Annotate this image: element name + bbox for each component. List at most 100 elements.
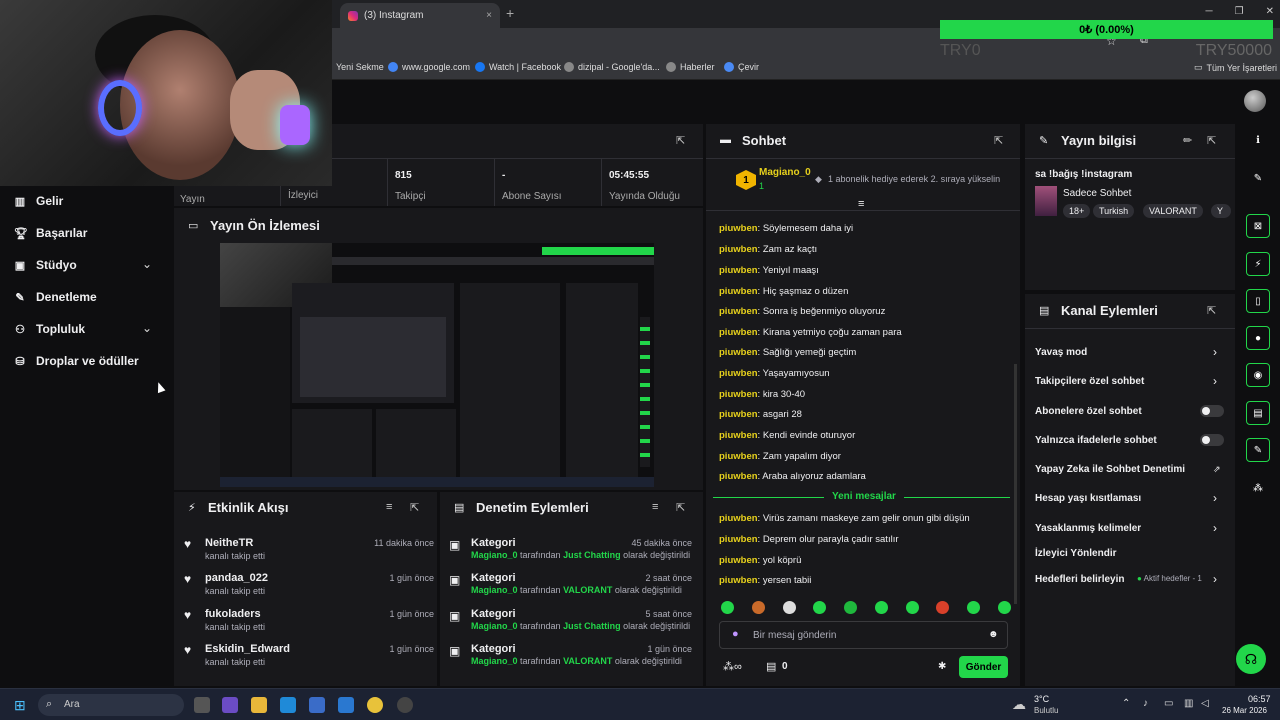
microphone-icon[interactable]: ♪ xyxy=(1143,698,1148,709)
popout-icon[interactable]: ⇱ xyxy=(994,134,1003,147)
action-slow-mode[interactable]: Yavaş mod xyxy=(1035,347,1087,358)
sidebar-item-droplar[interactable]: ⛁ Droplar ve ödüller xyxy=(14,354,138,368)
clip-icon[interactable]: ▯ xyxy=(1246,289,1270,313)
action-set-goals[interactable]: Hedefleri belirleyin xyxy=(1035,574,1124,585)
tag-chip[interactable]: Y xyxy=(1211,204,1231,218)
pencil-icon[interactable]: ✎ xyxy=(1246,166,1270,190)
chevron-right-icon[interactable]: › xyxy=(1213,345,1217,359)
emote-icon[interactable] xyxy=(844,601,858,614)
chevron-up-icon[interactable]: ⌃ xyxy=(1122,698,1130,709)
sidebar-item-studyo[interactable]: ▣ Stüdyo xyxy=(14,258,77,272)
channel-points-icon[interactable]: ▤ xyxy=(766,660,776,673)
popout-icon[interactable]: ⇱ xyxy=(676,134,685,147)
app-icon[interactable] xyxy=(222,697,238,713)
task-view-icon[interactable] xyxy=(194,697,210,713)
lightning-icon[interactable]: ⚡︎ xyxy=(1246,252,1270,276)
chat-scrollbar[interactable] xyxy=(1014,364,1017,604)
file-explorer-icon[interactable] xyxy=(251,697,267,713)
extensions-icon[interactable]: ⁂ xyxy=(1246,476,1270,500)
quick-action-icon[interactable]: ⊠ xyxy=(1246,214,1270,238)
emote-icon[interactable] xyxy=(905,601,919,614)
tag-chip[interactable]: Turkish xyxy=(1093,204,1135,218)
edit-icon[interactable]: ✏︎ xyxy=(1183,134,1192,147)
filter-icon[interactable]: ≡ xyxy=(386,501,392,513)
sidebar-item-denetleme[interactable]: ✎ Denetleme xyxy=(14,290,96,304)
tag-chip[interactable]: VALORANT xyxy=(1143,204,1203,218)
action-raid[interactable]: İzleyici Yönlendir xyxy=(1035,548,1117,559)
sidebar-item-basarilar[interactable]: 🏆︎ Başarılar xyxy=(14,226,87,240)
bookmark-item[interactable]: Haberler xyxy=(666,62,715,72)
language-icon[interactable]: ▭ xyxy=(1164,698,1173,709)
windows-start-icon[interactable]: ⊞ xyxy=(14,697,26,714)
chat-bubble-icon[interactable]: ● xyxy=(1246,326,1270,350)
clock-time[interactable]: 06:57 xyxy=(1248,694,1271,704)
taskbar-search[interactable]: ⌕ Ara xyxy=(38,694,184,716)
action-banned-words[interactable]: Yasaklanmış kelimeler xyxy=(1035,523,1141,534)
chevron-right-icon[interactable]: › xyxy=(1213,521,1217,535)
popout-icon[interactable]: ⇱ xyxy=(1207,304,1216,317)
mail-icon[interactable] xyxy=(338,697,354,713)
all-bookmarks[interactable]: ▭ Tüm Yer İşaretleri xyxy=(1194,62,1277,73)
close-window-icon[interactable]: ✕ xyxy=(1266,6,1274,17)
external-link-icon[interactable]: ⇗ xyxy=(1213,464,1221,475)
broadcast-icon[interactable]: ◉ xyxy=(1246,363,1270,387)
wrench-icon[interactable]: ✎ xyxy=(1246,438,1270,462)
sidebar-item-topluluk[interactable]: ⚇ Topluluk xyxy=(14,322,85,336)
browser-tab-instagram[interactable]: (3) Instagram × xyxy=(340,3,500,28)
microphone-icon[interactable]: ● xyxy=(732,628,739,640)
bookmark-item[interactable]: Çevir xyxy=(724,62,759,72)
action-account-age[interactable]: Hesap yaşı kısıtlaması xyxy=(1035,493,1141,504)
clips-icon[interactable]: ▤ xyxy=(1246,401,1270,425)
chrome-icon[interactable] xyxy=(367,697,383,713)
bookmark-item[interactable]: Yeni Sekme xyxy=(336,62,384,72)
chevron-down-icon[interactable]: ⌄ xyxy=(142,257,152,271)
app-icon[interactable] xyxy=(397,697,413,713)
network-icon[interactable]: ▥ xyxy=(1184,698,1193,709)
chevron-right-icon[interactable]: › xyxy=(1213,374,1217,388)
minimize-icon[interactable]: ─ xyxy=(1206,6,1213,17)
store-icon[interactable] xyxy=(309,697,325,713)
popout-icon[interactable]: ⇱ xyxy=(1207,134,1216,147)
action-followers-only[interactable]: Takipçilere özel sohbet xyxy=(1035,376,1144,387)
clock-date[interactable]: 26 Mar 2026 xyxy=(1222,706,1267,715)
bookmark-item[interactable]: www.google.com xyxy=(388,62,470,72)
maximize-icon[interactable]: ❐ xyxy=(1235,6,1244,17)
info-icon[interactable]: ℹ︎ xyxy=(1246,128,1270,152)
emote-icon[interactable] xyxy=(997,601,1011,614)
new-tab-button[interactable]: + xyxy=(506,5,514,21)
emote-icon[interactable] xyxy=(782,601,796,614)
emote-icon[interactable] xyxy=(874,601,888,614)
emote-icon[interactable] xyxy=(936,601,950,614)
collapse-icon[interactable]: ≡ xyxy=(858,198,864,210)
user-avatar[interactable] xyxy=(1244,90,1266,112)
settings-gear-icon[interactable]: ✱ xyxy=(938,661,946,672)
bookmark-item[interactable]: dizipal - Google'da... xyxy=(564,62,660,72)
volume-icon[interactable]: ◁ xyxy=(1201,698,1209,709)
tag-chip[interactable]: 18+ xyxy=(1063,204,1091,218)
emoji-icon[interactable]: ☻ xyxy=(988,629,999,640)
chevron-right-icon[interactable]: › xyxy=(1213,572,1217,586)
chevron-down-icon[interactable]: ⌄ xyxy=(142,321,152,335)
emote-icon[interactable] xyxy=(813,601,827,614)
filter-icon[interactable]: ≡ xyxy=(652,501,658,513)
emote-only-toggle[interactable] xyxy=(1200,434,1224,446)
category-name[interactable]: Sadece Sohbet xyxy=(1063,188,1131,199)
subscribers-only-toggle[interactable] xyxy=(1200,405,1224,417)
help-headset-icon[interactable]: ☊ xyxy=(1236,644,1266,674)
popout-icon[interactable]: ⇱ xyxy=(676,501,685,514)
extensions-icon[interactable]: ⁂∞ xyxy=(723,660,742,673)
chevron-right-icon[interactable]: › xyxy=(1213,491,1217,505)
emote-icon[interactable] xyxy=(751,601,765,614)
tab-close-icon[interactable]: × xyxy=(486,10,492,21)
category-boxart[interactable] xyxy=(1035,186,1057,216)
stream-preview-video[interactable] xyxy=(220,243,654,487)
sidebar-item-gelir[interactable]: ▥ Gelir xyxy=(14,194,64,208)
popout-icon[interactable]: ⇱ xyxy=(410,501,419,514)
emote-icon[interactable] xyxy=(721,601,734,614)
pinned-user[interactable]: Magiano_0 xyxy=(759,167,811,178)
edge-icon[interactable] xyxy=(280,697,296,713)
send-button[interactable]: Gönder xyxy=(959,656,1008,678)
bookmark-item[interactable]: Watch | Facebook xyxy=(475,62,561,72)
chat-input[interactable]: ● Bir mesaj gönderin ☻ xyxy=(719,621,1008,649)
action-ai-moderation[interactable]: Yapay Zeka ile Sohbet Denetimi xyxy=(1035,464,1185,475)
